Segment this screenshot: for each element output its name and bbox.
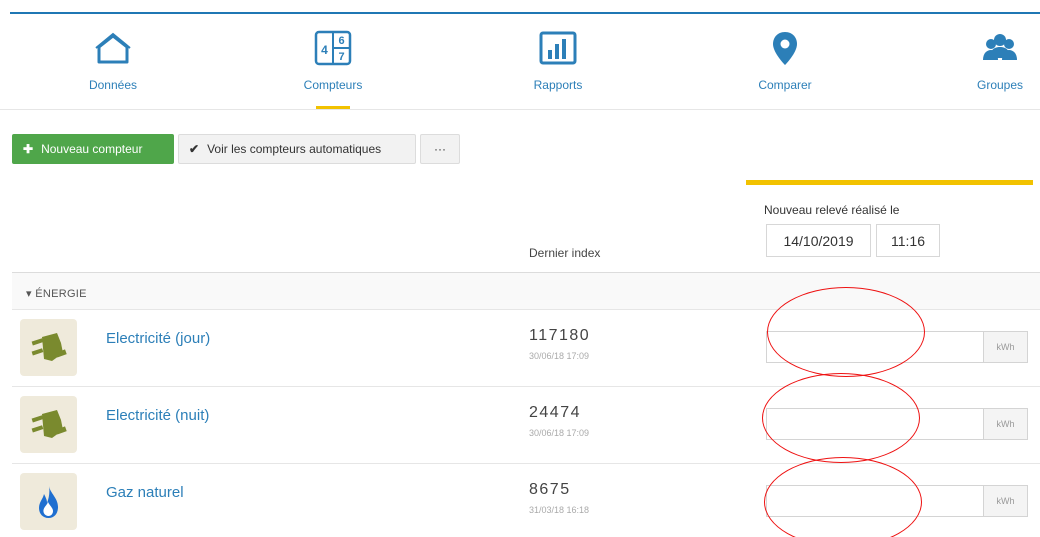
nav-donnees[interactable]: Données bbox=[68, 14, 158, 110]
nav-label: Données bbox=[88, 78, 138, 92]
meter-name[interactable]: Gaz naturel bbox=[106, 484, 184, 501]
meter-tile bbox=[20, 396, 77, 453]
toolbar: ✚ Nouveau compteur ✔ Voir les compteurs … bbox=[12, 134, 460, 164]
reading-accent-bar bbox=[746, 180, 1033, 185]
reading-date-field[interactable]: 14/10/2019 bbox=[766, 224, 871, 257]
auto-meters-label: Voir les compteurs automatiques bbox=[207, 142, 382, 156]
map-pin-icon bbox=[773, 32, 797, 65]
meter-name[interactable]: Electricité (jour) bbox=[106, 330, 210, 347]
flame-icon bbox=[39, 486, 58, 518]
more-button[interactable]: ··· bbox=[420, 134, 460, 164]
bar-chart-icon bbox=[539, 31, 577, 65]
meter-last-date: 31/03/18 16:18 bbox=[529, 505, 590, 515]
unit-label: kWh bbox=[983, 332, 1027, 362]
meter-name[interactable]: Electricité (nuit) bbox=[106, 407, 209, 424]
nav-label: Rapports bbox=[533, 78, 583, 92]
plug-icon bbox=[31, 333, 67, 361]
reading-date-label: Nouveau relevé réalisé le bbox=[764, 203, 900, 217]
meter-tile bbox=[20, 319, 77, 376]
caret-down-icon: ▾ bbox=[26, 288, 32, 300]
more-icon: ··· bbox=[434, 142, 446, 156]
plug-icon bbox=[31, 410, 67, 438]
group-header-energie[interactable]: ▾ ÉNERGIE bbox=[12, 272, 1040, 310]
group-label: ▾ ÉNERGIE bbox=[26, 287, 87, 300]
check-icon: ✔ bbox=[189, 142, 200, 156]
meter-last-date: 30/06/18 17:09 bbox=[529, 428, 590, 438]
reading-time-field[interactable]: 11:16 bbox=[876, 224, 940, 257]
active-tab-underline bbox=[316, 106, 350, 109]
new-meter-button[interactable]: ✚ Nouveau compteur bbox=[12, 134, 174, 164]
nav-label: Comparer bbox=[758, 78, 812, 92]
digit-3: 7 bbox=[338, 51, 344, 63]
meter-last-index: 117180 bbox=[529, 327, 591, 344]
meter-reading-input[interactable] bbox=[767, 486, 983, 516]
auto-meters-button[interactable]: ✔ Voir les compteurs automatiques bbox=[178, 134, 416, 164]
nav-label: Groupes bbox=[976, 78, 1024, 92]
nav-compteurs[interactable]: 4 6 7 Compteurs bbox=[288, 14, 378, 110]
nav-groupes[interactable]: Groupes bbox=[960, 14, 1040, 110]
users-icon bbox=[983, 34, 1017, 60]
counter-digits-icon: 4 6 7 bbox=[314, 30, 352, 66]
table-row: Electricité (jour) 117180 30/06/18 17:09… bbox=[12, 310, 1040, 387]
new-meter-label: Nouveau compteur bbox=[41, 142, 143, 156]
unit-label: kWh bbox=[983, 409, 1027, 439]
nav-rapports[interactable]: Rapports bbox=[513, 14, 603, 110]
meter-last-date: 30/06/18 17:09 bbox=[529, 351, 590, 361]
plus-icon: ✚ bbox=[23, 142, 34, 156]
meter-last-index: 8675 bbox=[529, 481, 571, 498]
unit-label: kWh bbox=[983, 486, 1027, 516]
main-nav: Données 4 6 7 Compteurs Rapports Compare… bbox=[0, 14, 1040, 110]
house-icon bbox=[95, 32, 131, 64]
meter-tile bbox=[20, 473, 77, 530]
meter-reading-input[interactable] bbox=[767, 332, 983, 362]
last-index-header: Dernier index bbox=[529, 246, 601, 260]
meter-reading-field: kWh bbox=[766, 331, 1028, 363]
table-row: Gaz naturel 8675 31/03/18 16:18 kWh bbox=[12, 464, 1040, 537]
nav-label: Compteurs bbox=[303, 78, 363, 92]
table-row: Electricité (nuit) 24474 30/06/18 17:09 … bbox=[12, 387, 1040, 464]
meter-last-index: 24474 bbox=[529, 404, 581, 421]
meter-reading-field: kWh bbox=[766, 408, 1028, 440]
meter-reading-input[interactable] bbox=[767, 409, 983, 439]
meter-reading-field: kWh bbox=[766, 485, 1028, 517]
nav-comparer[interactable]: Comparer bbox=[740, 14, 830, 110]
group-label-text: ÉNERGIE bbox=[35, 288, 87, 300]
digit-2: 6 bbox=[338, 35, 344, 47]
digit-1: 4 bbox=[321, 43, 328, 57]
